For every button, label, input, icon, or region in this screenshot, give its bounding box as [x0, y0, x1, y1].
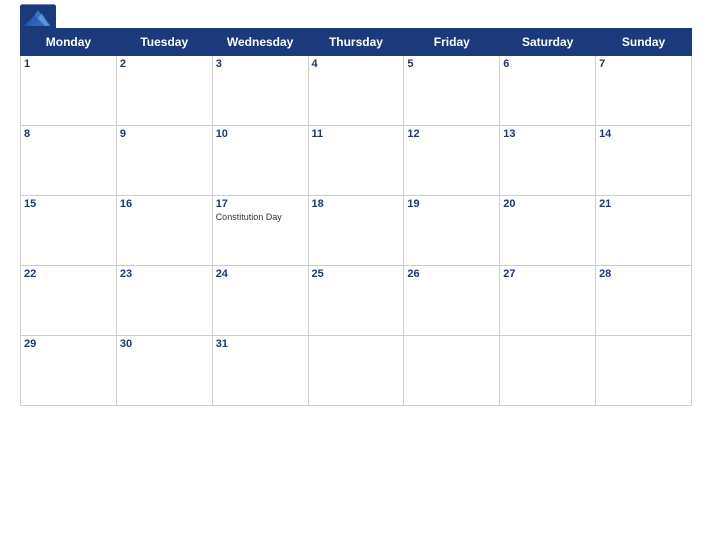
day-number: 16 [120, 198, 209, 210]
calendar-cell: 24 [212, 266, 308, 336]
calendar-week-5: 29 30 31 [21, 336, 692, 406]
calendar-cell: 31 [212, 336, 308, 406]
calendar-cell [596, 336, 692, 406]
calendar-cell: 5 [404, 56, 500, 126]
calendar-cell: 11 [308, 126, 404, 196]
weekday-header-tuesday: Tuesday [116, 29, 212, 56]
day-number: 12 [407, 128, 496, 140]
calendar-week-2: 89 10 11 12 13 14 [21, 126, 692, 196]
day-number: 14 [599, 128, 688, 140]
day-number: 5 [407, 58, 496, 70]
weekday-header-sunday: Sunday [596, 29, 692, 56]
day-number: 25 [312, 268, 401, 280]
calendar-week-1: 1234567 [21, 56, 692, 126]
day-number: 18 [312, 198, 401, 210]
day-number: 11 [312, 128, 401, 140]
calendar-cell: 18 [308, 196, 404, 266]
day-number: 13 [503, 128, 592, 140]
weekday-header-row: MondayTuesdayWednesdayThursdayFridaySatu… [21, 29, 692, 56]
day-number: 2 [120, 58, 209, 70]
calendar-cell: 12 [404, 126, 500, 196]
calendar-cell: 17 Constitution Day [212, 196, 308, 266]
weekday-header-friday: Friday [404, 29, 500, 56]
calendar-cell: 22 [21, 266, 117, 336]
calendar-cell: 6 [500, 56, 596, 126]
day-number: 26 [407, 268, 496, 280]
day-number: 21 [599, 198, 688, 210]
weekday-header-thursday: Thursday [308, 29, 404, 56]
calendar-cell: 28 [596, 266, 692, 336]
calendar-week-3: 15 16 17 Constitution Day 18 19 20 21 [21, 196, 692, 266]
calendar-cell [500, 336, 596, 406]
day-number: 9 [120, 128, 209, 140]
calendar-cell: 20 [500, 196, 596, 266]
calendar-cell: 26 [404, 266, 500, 336]
calendar-table: MondayTuesdayWednesdayThursdayFridaySatu… [20, 28, 692, 406]
weekday-header-monday: Monday [21, 29, 117, 56]
calendar-cell: 8 [21, 126, 117, 196]
calendar-cell: 2 [116, 56, 212, 126]
day-number: 10 [216, 128, 305, 140]
day-number: 31 [216, 338, 305, 350]
calendar-cell: 14 [596, 126, 692, 196]
calendar-week-4: 22 23 24 25 26 27 28 [21, 266, 692, 336]
calendar-cell: 10 [212, 126, 308, 196]
day-number: 3 [216, 58, 305, 70]
day-number: 19 [407, 198, 496, 210]
calendar-cell: 13 [500, 126, 596, 196]
weekday-header-saturday: Saturday [500, 29, 596, 56]
day-number: 28 [599, 268, 688, 280]
calendar-cell [308, 336, 404, 406]
calendar-cell: 16 [116, 196, 212, 266]
calendar-cell: 4 [308, 56, 404, 126]
day-number: 6 [503, 58, 592, 70]
calendar-cell: 9 [116, 126, 212, 196]
day-number: 7 [599, 58, 688, 70]
day-number: 27 [503, 268, 592, 280]
calendar-cell: 15 [21, 196, 117, 266]
day-number: 1 [24, 58, 113, 70]
calendar-cell: 27 [500, 266, 596, 336]
day-number: 20 [503, 198, 592, 210]
calendar-cell: 21 [596, 196, 692, 266]
calendar-cell: 25 [308, 266, 404, 336]
calendar-cell: 7 [596, 56, 692, 126]
generalblue-logo [20, 4, 56, 33]
calendar-cell [404, 336, 500, 406]
calendar-cell: 23 [116, 266, 212, 336]
day-number: 17 [216, 198, 305, 210]
calendar-cell: 1 [21, 56, 117, 126]
calendar-cell: 3 [212, 56, 308, 126]
day-number: 4 [312, 58, 401, 70]
weekday-header-wednesday: Wednesday [212, 29, 308, 56]
day-number: 30 [120, 338, 209, 350]
calendar-cell: 30 [116, 336, 212, 406]
day-number: 22 [24, 268, 113, 280]
day-number: 24 [216, 268, 305, 280]
day-number: 8 [24, 128, 113, 140]
day-number: 23 [120, 268, 209, 280]
calendar-cell: 29 [21, 336, 117, 406]
calendar-cell: 19 [404, 196, 500, 266]
calendar-header [20, 10, 692, 22]
day-number: 29 [24, 338, 113, 350]
day-number: 15 [24, 198, 113, 210]
event-label: Constitution Day [216, 212, 305, 222]
